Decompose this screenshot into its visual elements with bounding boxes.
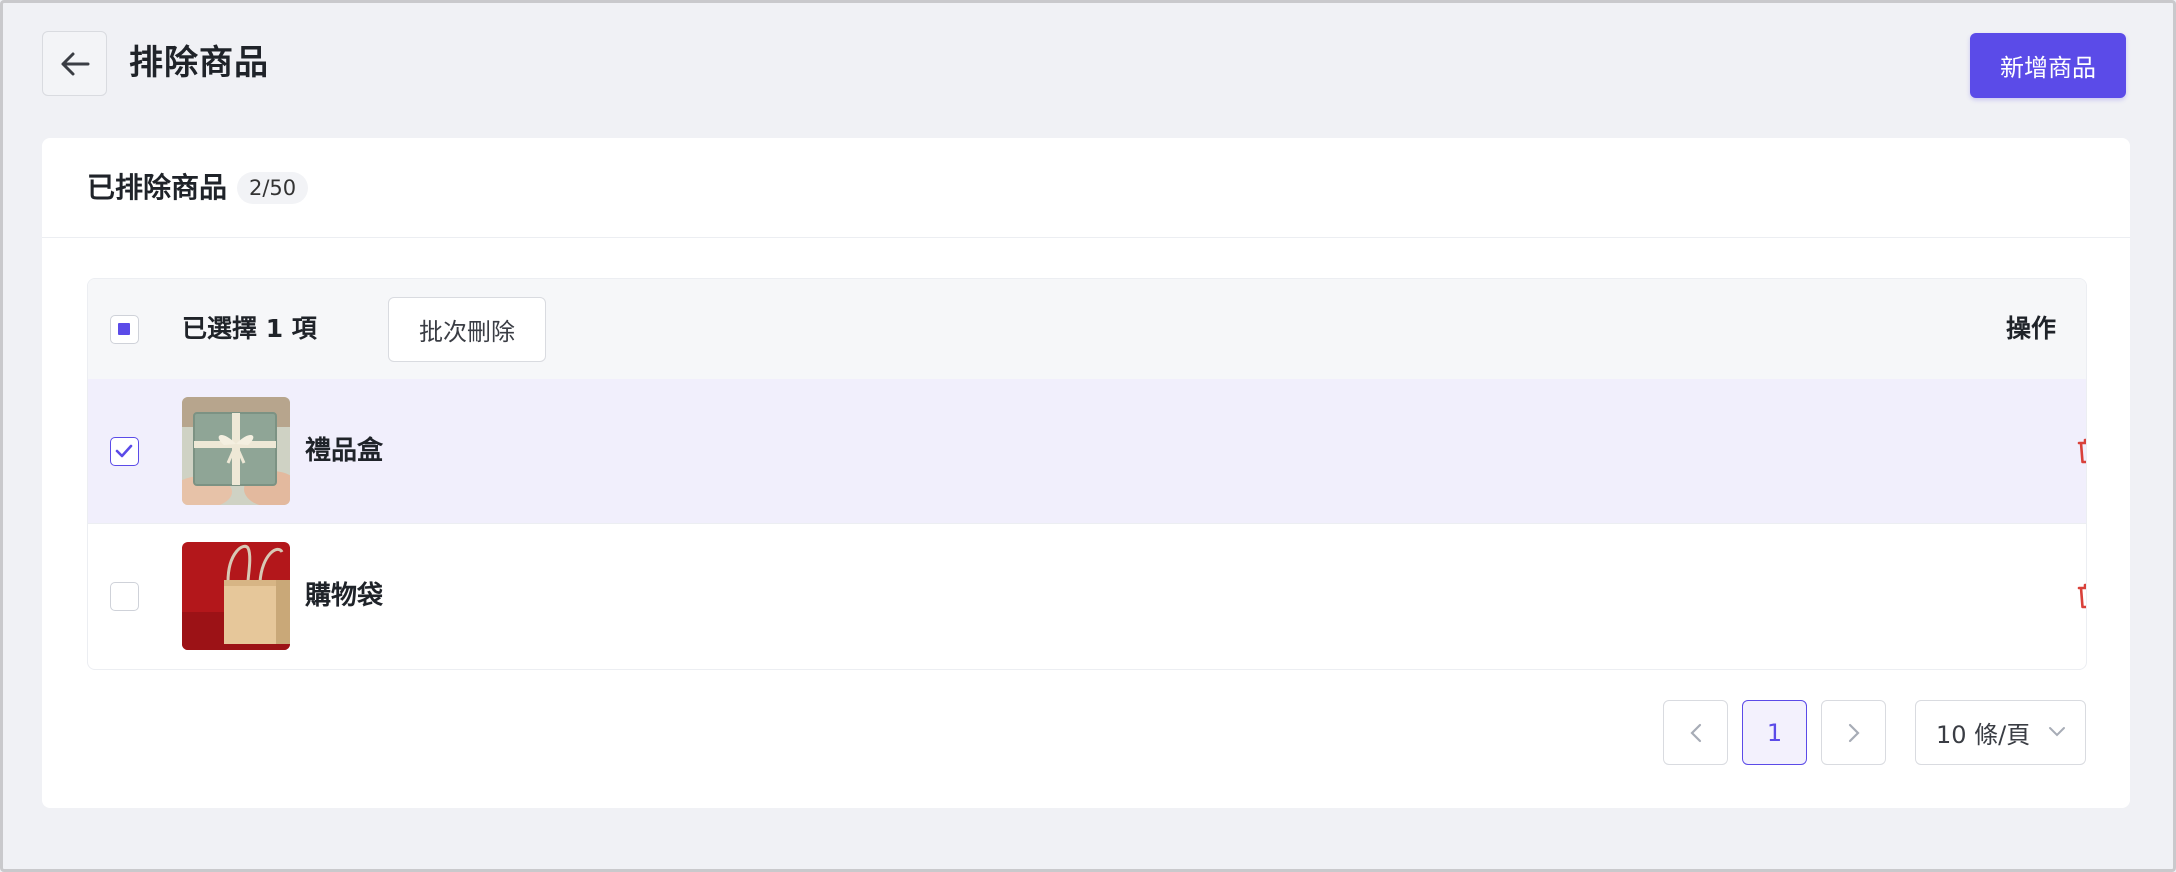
page-button-1[interactable]: 1	[1742, 700, 1807, 765]
trash-icon[interactable]	[2076, 437, 2087, 465]
products-table: 已選擇 1 項 批次刪除 操作 禮品盒 購物袋	[87, 278, 2087, 670]
batch-delete-button[interactable]: 批次刪除	[388, 297, 546, 362]
chevron-down-icon	[2049, 727, 2065, 737]
table-row: 購物袋	[88, 524, 2086, 669]
selection-count: 已選擇 1 項	[182, 314, 317, 343]
product-name: 購物袋	[305, 581, 384, 611]
checkmark-icon	[115, 444, 133, 458]
card-header: 已排除商品 2/50	[42, 138, 2130, 238]
product-thumbnail	[182, 542, 290, 650]
add-product-button[interactable]: 新增商品	[1970, 33, 2126, 98]
chevron-left-icon	[1689, 723, 1701, 742]
row-checkbox[interactable]	[110, 582, 139, 611]
card-title: 已排除商品	[87, 171, 228, 204]
page-size-label: 10 條/頁	[1936, 721, 2031, 749]
table-header: 已選擇 1 項 批次刪除 操作	[88, 279, 2086, 379]
page-title: 排除商品	[129, 43, 269, 83]
arrow-left-icon	[61, 52, 89, 75]
shopping-bag-image	[182, 542, 290, 650]
product-thumbnail	[182, 397, 290, 505]
row-checkbox[interactable]	[110, 437, 139, 466]
product-name: 禮品盒	[305, 436, 384, 466]
excluded-products-card: 已排除商品 2/50 已選擇 1 項 批次刪除 操作 禮品盒 購物袋	[42, 138, 2130, 808]
select-all-checkbox[interactable]	[110, 315, 139, 344]
table-row: 禮品盒	[88, 379, 2086, 524]
next-page-button[interactable]	[1821, 700, 1886, 765]
count-badge: 2/50	[237, 172, 309, 204]
trash-icon[interactable]	[2076, 582, 2087, 610]
prev-page-button[interactable]	[1663, 700, 1728, 765]
operation-column-header: 操作	[2005, 314, 2056, 343]
chevron-right-icon	[1848, 723, 1860, 742]
back-button[interactable]	[42, 31, 107, 96]
gift-box-image	[182, 397, 290, 505]
page-size-select[interactable]: 10 條/頁	[1915, 700, 2086, 765]
